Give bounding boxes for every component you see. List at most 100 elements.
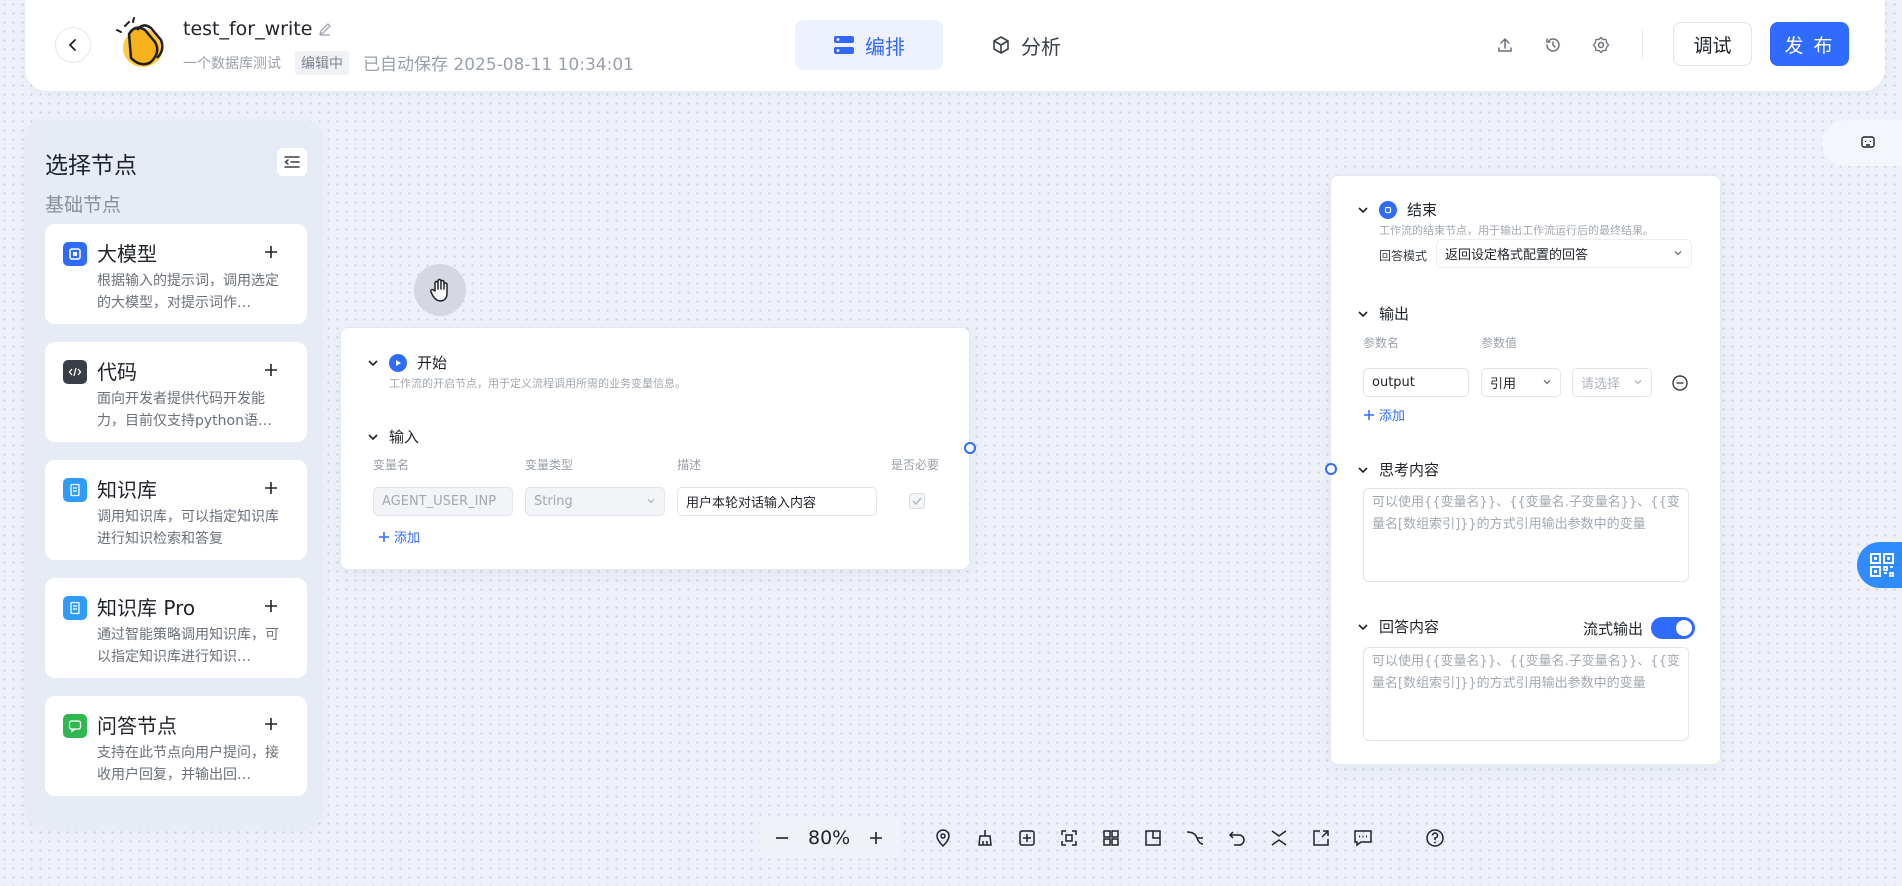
answer-section-label: 回答内容	[1379, 618, 1440, 636]
param-type-select[interactable]: 引用	[1481, 368, 1561, 397]
node-card-code[interactable]: 代码 面向开发者提供代码开发能力，目前仅支持python语…	[45, 342, 307, 442]
output-section-header[interactable]: 输出	[1357, 303, 1409, 324]
node-card-knowledge-pro[interactable]: 知识库 Pro 通过智能策略调用知识库，可以指定知识库进行知识…	[45, 578, 307, 678]
remove-param-icon[interactable]	[1671, 374, 1689, 392]
stream-output-toggle[interactable]	[1651, 617, 1695, 639]
tab-orchestrate-label: 编排	[865, 34, 905, 59]
node-card-llm[interactable]: 大模型 根据输入的提示词，调用选定的大模型，对提示词作…	[45, 224, 307, 324]
answer-content-textarea[interactable]: 可以使用{{变量名}}、{{变量名.子变量名}}、{{变量名[数组索引]}}的方…	[1363, 647, 1689, 741]
collapse-icon[interactable]	[1268, 827, 1290, 849]
play-icon	[389, 353, 407, 372]
locate-icon[interactable]	[932, 827, 954, 849]
chevron-down-icon[interactable]	[367, 357, 379, 369]
export-icon[interactable]	[1310, 827, 1332, 849]
var-desc-field[interactable]: 用户本轮对话输入内容	[677, 487, 877, 516]
zoom-level: 80%	[808, 827, 851, 849]
hand-cursor-icon	[414, 264, 466, 316]
right-panel-tab[interactable]	[1822, 120, 1902, 166]
app-description: 一个数据库测试	[183, 55, 281, 72]
add-node-icon[interactable]	[257, 710, 285, 738]
qr-code-button[interactable]	[1857, 542, 1902, 588]
col-param-name: 参数名	[1363, 336, 1400, 350]
fit-view-icon[interactable]	[1058, 827, 1080, 849]
node-card-name: 知识库 Pro	[97, 596, 196, 620]
node-card-desc: 支持在此节点向用户提问，接收用户回复，并输出回…	[97, 745, 279, 783]
add-node-icon[interactable]	[257, 356, 285, 384]
collapse-menu-icon	[284, 156, 300, 168]
clapping-hands-icon	[116, 17, 164, 67]
input-section-label: 输入	[389, 428, 420, 446]
publish-button[interactable]: 发 布	[1770, 22, 1849, 66]
app-avatar	[115, 16, 169, 70]
app-subtitle: 一个数据库测试 编辑中 已自动保存 2025-08-11 10:34:01	[183, 50, 634, 75]
end-node[interactable]: 结束 工作流的结束节点，用于输出工作流运行后的最终结果。 回答模式 返回设定格式…	[1330, 175, 1721, 765]
layout-icon[interactable]	[1100, 827, 1122, 849]
param-value-select[interactable]: 请选择	[1572, 368, 1652, 397]
var-type-select: String	[525, 487, 665, 516]
start-output-port[interactable]	[964, 442, 976, 454]
var-name-field: AGENT_USER_INP	[373, 487, 513, 516]
col-var-desc: 描述	[677, 458, 702, 472]
node-card-qa[interactable]: 问答节点 支持在此节点向用户提问，接收用户回复，并输出回…	[45, 696, 307, 796]
input-section-header[interactable]: 输入	[367, 426, 419, 447]
comment-icon[interactable]	[1352, 827, 1374, 849]
chevron-down-icon	[1358, 466, 1368, 473]
debug-button[interactable]: 调试	[1673, 22, 1752, 66]
add-node-icon[interactable]	[257, 238, 285, 266]
collapse-palette-button[interactable]	[277, 148, 307, 176]
chevron-down-icon[interactable]	[1357, 204, 1369, 216]
end-node-desc: 工作流的结束节点，用于输出工作流运行后的最终结果。	[1379, 224, 1654, 237]
help-icon[interactable]	[1424, 827, 1446, 849]
minimap-icon[interactable]	[1142, 827, 1164, 849]
mode-tabs: 编排 分析	[795, 20, 1099, 70]
plus-icon	[379, 531, 389, 542]
end-node-title: 结束	[1407, 201, 1438, 219]
node-card-name: 大模型	[97, 242, 157, 266]
edit-pencil-icon[interactable]	[318, 22, 332, 36]
tab-orchestrate[interactable]: 编排	[795, 20, 943, 70]
settings-icon[interactable]	[1591, 27, 1611, 63]
var-type-value: String	[534, 494, 573, 509]
node-card-desc: 调用知识库，可以指定知识库进行知识检索和答复	[97, 509, 279, 547]
chevron-down-icon	[1674, 251, 1682, 256]
upload-icon[interactable]	[1495, 27, 1515, 63]
check-icon	[912, 497, 922, 506]
think-section-header[interactable]: 思考内容	[1357, 459, 1439, 480]
llm-icon	[63, 242, 87, 266]
chevron-down-icon	[1358, 623, 1368, 630]
stop-icon	[1379, 200, 1397, 219]
header-actions	[1495, 27, 1611, 63]
add-node-icon[interactable]	[257, 474, 285, 502]
clean-icon[interactable]	[974, 827, 996, 849]
back-button[interactable]	[55, 27, 91, 63]
required-checkbox	[909, 493, 925, 509]
start-node-header: 开始	[367, 352, 447, 373]
add-node-icon[interactable]	[257, 592, 285, 620]
chevron-down-icon	[1634, 380, 1642, 385]
chevron-left-icon	[68, 39, 76, 51]
add-output-button[interactable]: 添加	[1363, 405, 1405, 424]
end-node-header: 结束	[1357, 199, 1437, 220]
autosave-status: 已自动保存 2025-08-11 10:34:01	[363, 55, 634, 75]
tab-analysis[interactable]: 分析	[953, 20, 1099, 70]
node-card-knowledge[interactable]: 知识库 调用知识库，可以指定知识库进行知识检索和答复	[45, 460, 307, 560]
start-node-desc: 工作流的开启节点，用于定义流程调用所需的业务变量信息。	[389, 377, 686, 390]
connector-icon[interactable]	[1184, 827, 1206, 849]
zoom-out-icon[interactable]	[774, 830, 790, 846]
history-icon[interactable]	[1543, 27, 1563, 63]
add-input-button[interactable]: 添加	[378, 527, 420, 546]
answer-section-header[interactable]: 回答内容	[1357, 616, 1439, 637]
start-node[interactable]: 开始 工作流的开启节点，用于定义流程调用所需的业务变量信息。 输入 变量名 变量…	[340, 327, 970, 570]
zoom-in-icon[interactable]	[868, 830, 884, 846]
col-var-name: 变量名	[373, 458, 410, 472]
output-section-label: 输出	[1379, 305, 1410, 323]
cube-icon	[993, 36, 1009, 54]
param-name-field[interactable]: output	[1363, 368, 1469, 397]
add-note-icon[interactable]	[1016, 827, 1038, 849]
undo-icon[interactable]	[1226, 827, 1248, 849]
answer-mode-select[interactable]: 返回设定格式配置的回答	[1436, 239, 1692, 268]
canvas-toolbar: 80%	[760, 818, 1456, 858]
think-content-textarea[interactable]: 可以使用{{变量名}}、{{变量名.子变量名}}、{{变量名[数组索引]}}的方…	[1363, 488, 1689, 582]
palette-section-basic: 基础节点	[45, 194, 122, 216]
end-input-port[interactable]	[1325, 463, 1337, 475]
